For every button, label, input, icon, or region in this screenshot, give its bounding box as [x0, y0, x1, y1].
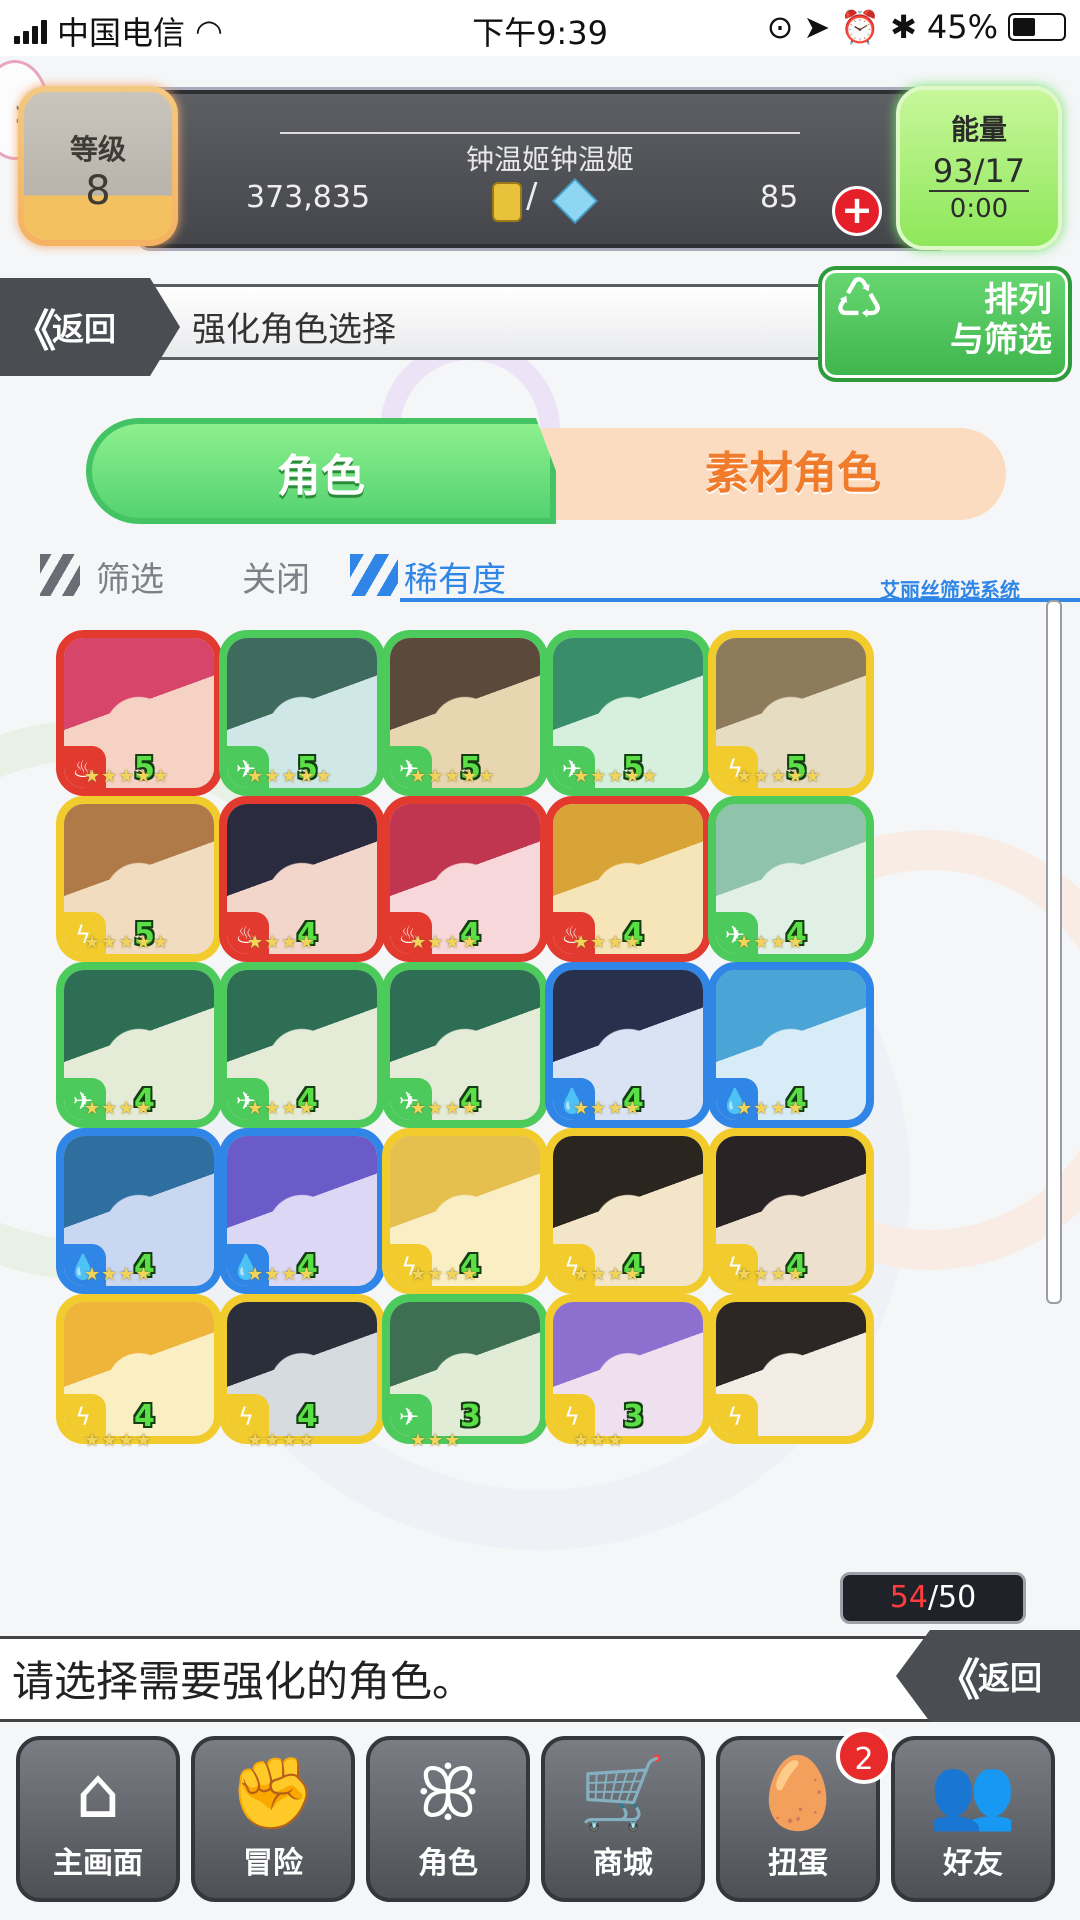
tab-materials[interactable]: 素材角色: [520, 428, 1006, 520]
nav-label: 冒险: [243, 1846, 303, 1881]
rarity-stars: ★★★: [410, 1430, 462, 1451]
rarity-stars: ★★★★: [84, 1098, 153, 1119]
sort-filter-button[interactable]: ♺ 排列 与筛选: [818, 266, 1072, 382]
rarity-label[interactable]: 稀有度: [404, 552, 506, 601]
rarity-stars: ★★★★: [736, 932, 805, 953]
energy-timer: 0:00: [949, 194, 1009, 224]
rarity-stars: ★★★★: [573, 1098, 642, 1119]
rarity-stars: ★★★★: [410, 1264, 479, 1285]
battery-icon: [1008, 13, 1066, 41]
back-button[interactable]: 《 返回: [0, 278, 180, 376]
filter-system-label: 艾丽丝筛选系统: [880, 578, 1020, 602]
rarity-stars: ★★★★: [573, 1264, 642, 1285]
bottom-back-button[interactable]: 《 返回: [896, 1630, 1080, 1722]
rarity-stars: ★★★★★: [736, 766, 822, 787]
energy-value: 93/17: [929, 152, 1029, 192]
filter-stripe: [40, 554, 80, 596]
rarity-stripe: [350, 554, 398, 596]
character-card[interactable]: ✈ 3: [382, 1294, 548, 1444]
rarity-stars: ★★★★: [247, 1098, 316, 1119]
name-divider: [280, 132, 800, 134]
nav-handshake[interactable]: ✊ 冒险: [191, 1736, 355, 1902]
energy-label: 能量: [950, 113, 1007, 146]
rarity-stars: ★★★★: [410, 932, 479, 953]
level-label: 等级: [69, 133, 126, 166]
rarity-stars: ★★★★★: [573, 766, 659, 787]
rarity-stars: ★★★★★: [410, 766, 496, 787]
rarity-stars: ★★★★★: [247, 766, 333, 787]
bunny-sort-icon: ♺: [834, 267, 885, 332]
bottom-back-label: 返回: [978, 1659, 1043, 1697]
rarity-stars: ★★★★: [410, 1098, 479, 1119]
bluetooth-icon: ✱: [890, 8, 917, 46]
home-icon: ⌂: [75, 1752, 121, 1834]
rarity-stars: ★★★★★: [84, 766, 170, 787]
page-title: 强化角色选择: [192, 310, 396, 350]
character-card[interactable]: ϟ4: [219, 1294, 385, 1444]
nav-label: 好友: [943, 1846, 1003, 1881]
handshake-icon: ✊: [229, 1752, 317, 1834]
level-box: 等级 8: [18, 86, 178, 246]
character-level: 4: [134, 1399, 155, 1434]
nav-label: 主画面: [53, 1846, 143, 1881]
status-bar: 中国电信 ◠ 下午9:39 ⊙ ➤ ⏰ ✱ 45%: [0, 0, 1080, 56]
rarity-stars: ★★★★: [247, 932, 316, 953]
nav-home[interactable]: ⌂ 主画面: [16, 1736, 180, 1902]
rotation-lock-icon: ⊙: [766, 8, 794, 46]
rarity-stars: ★★★★: [84, 1264, 153, 1285]
character-level: 4: [297, 1399, 318, 1434]
scrollbar[interactable]: [1046, 600, 1062, 1304]
location-icon: ➤: [803, 8, 831, 46]
character-count-current: 54: [889, 1580, 928, 1615]
buy-gems-button[interactable]: +: [832, 186, 882, 236]
character-card[interactable]: ϟ3: [545, 1294, 711, 1444]
character-count-max: /50: [927, 1580, 977, 1615]
level-value: 8: [85, 168, 111, 214]
rarity-stars: ★★★★: [247, 1264, 316, 1285]
alarm-icon: ⏰: [840, 8, 881, 46]
gem-amount: 85: [760, 180, 799, 215]
nav-friends[interactable]: 👥 好友: [891, 1736, 1055, 1902]
rarity-stars: ★★★★: [247, 1430, 316, 1451]
bottom-nav: ⌂ 主画面 ✊ 冒险 ꕥ 角色 🛒 商城 🥚 扭蛋 👥 好友: [0, 1736, 1080, 1920]
rarity-stars: ★★★★: [84, 1430, 153, 1451]
energy-box[interactable]: 能量 93/17 0:00: [896, 86, 1062, 250]
filter-state[interactable]: 关闭: [242, 552, 310, 601]
double-chevron-left-icon: 《: [12, 306, 56, 357]
nav-bunny[interactable]: ꕥ 角色: [366, 1736, 530, 1902]
cart-icon: 🛒: [579, 1752, 667, 1834]
rarity-stars: ★★★★★: [84, 932, 170, 953]
player-name: 钟温姬钟温姬: [465, 143, 634, 176]
nav-cart[interactable]: 🛒 商城: [541, 1736, 705, 1902]
filter-label[interactable]: 筛选: [96, 552, 164, 601]
character-count: 54/50: [840, 1572, 1026, 1624]
battery-percent: 45%: [926, 8, 998, 46]
bunny-icon: ꕥ: [415, 1752, 481, 1834]
currency-separator: /: [526, 176, 538, 216]
friends-icon: 👥: [929, 1752, 1017, 1834]
thunder-element-icon: ϟ: [716, 1394, 758, 1436]
instruction-message: 请选择需要强化的角色。: [12, 1657, 475, 1706]
rarity-stars: ★★★: [573, 1430, 625, 1451]
gacha-badge: 2: [836, 1728, 892, 1784]
character-card[interactable]: ϟ: [708, 1294, 874, 1444]
tab-characters[interactable]: 角色: [86, 418, 556, 524]
nav-label: 扭蛋: [768, 1846, 828, 1881]
character-level: 3: [460, 1399, 481, 1434]
double-chevron-left-icon: 《: [936, 1655, 980, 1706]
rarity-stars: ★★★★: [736, 1098, 805, 1119]
character-grid: ♨ 5 ★★★★★ ✈ 5 ★★★★★ ✈ 5 ★★★★★ ✈ 5 ★★★★★ ϟ 5 ★★★★★ ϟ 5 ★★★…: [56, 630, 1036, 1630]
nav-label: 商城: [593, 1846, 653, 1881]
rarity-stars: ★★★★: [736, 1264, 805, 1285]
nav-label: 角色: [418, 1846, 478, 1881]
character-card[interactable]: ϟ4: [56, 1294, 222, 1444]
rarity-stars: ★★★★: [573, 932, 642, 953]
coin-icon: [492, 182, 522, 222]
character-level: 3: [623, 1399, 644, 1434]
back-label: 返回: [52, 310, 117, 348]
gold-amount: 373,835: [246, 180, 371, 215]
